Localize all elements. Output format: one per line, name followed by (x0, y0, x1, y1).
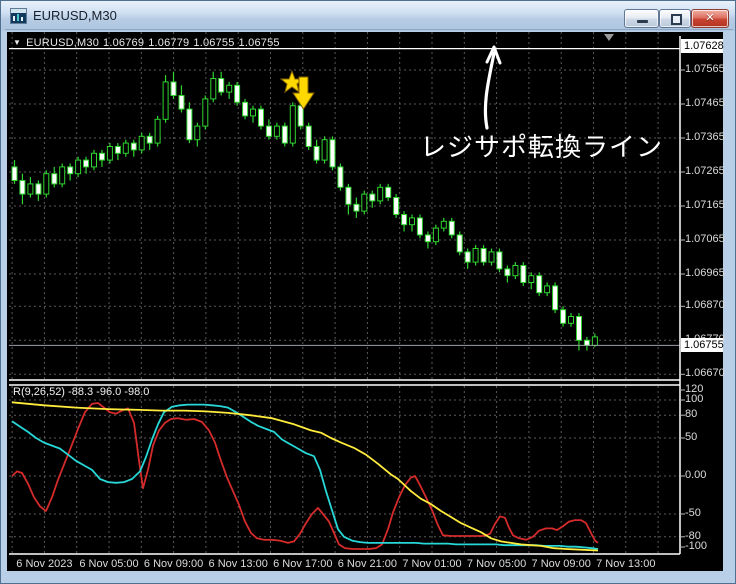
chevron-down-icon[interactable]: ▼ (13, 38, 21, 47)
price-axis-label: 1.06870 (685, 299, 725, 312)
price-axis-label: 1.07265 (685, 165, 725, 177)
price-axis-label: 1.07165 (685, 199, 725, 211)
indicator-axis-label: -50 (685, 507, 701, 519)
price-axis-label: 1.06965 (685, 267, 725, 279)
price-axis-label: 1.06670 (685, 367, 725, 380)
annotation-text[interactable]: レジサポ転換ライン (420, 127, 663, 164)
candlestick-chart[interactable] (1, 1, 736, 584)
price-axis-label: 1.07465 (685, 97, 725, 109)
indicator-axis-label: -100 (685, 540, 708, 552)
annotation-arrow (483, 51, 496, 130)
price-axis-label: 1.07565 (685, 63, 725, 75)
price-axis-label: 1.07365 (685, 131, 725, 143)
indicator-values: -88.3 -96.0 -98.0 (68, 386, 150, 398)
indicator-label: R(9,26,52) -88.3 -96.0 -98.0 (13, 386, 149, 398)
indicator-axis-label: 100 (685, 393, 704, 405)
mt4-chart-window: EURUSD,M30 ✕ 1.07565 1.07465 1.07365 1.0726… (0, 0, 736, 584)
indicator-axis-label: 0.00 (685, 469, 707, 481)
resistance-price-marker: 1.07628 (681, 39, 724, 53)
header-close: 1.06755 (238, 37, 280, 49)
indicator-axis-label: 80 (685, 408, 698, 421)
header-symbol-period: EURUSD,M30 (26, 37, 100, 49)
header-open: 1.06769 (103, 37, 145, 49)
time-axis-label: 7 Nov 13:00 (596, 558, 656, 570)
RCI-medium-26-line (11, 403, 599, 550)
indicator-axis-label: 50 (685, 431, 698, 443)
chart-shift-marker (604, 34, 614, 41)
indicator-name: R(9,26,52) (13, 386, 65, 398)
bid-price-marker: 1.06755 (681, 338, 724, 352)
header-high: 1.06779 (148, 37, 190, 49)
header-low: 1.06755 (193, 37, 235, 49)
ohlc-header[interactable]: ▼ EURUSD,M30 1.06769 1.06779 1.06755 1.06755 (13, 37, 284, 49)
price-axis-label: 1.07065 (685, 233, 725, 245)
